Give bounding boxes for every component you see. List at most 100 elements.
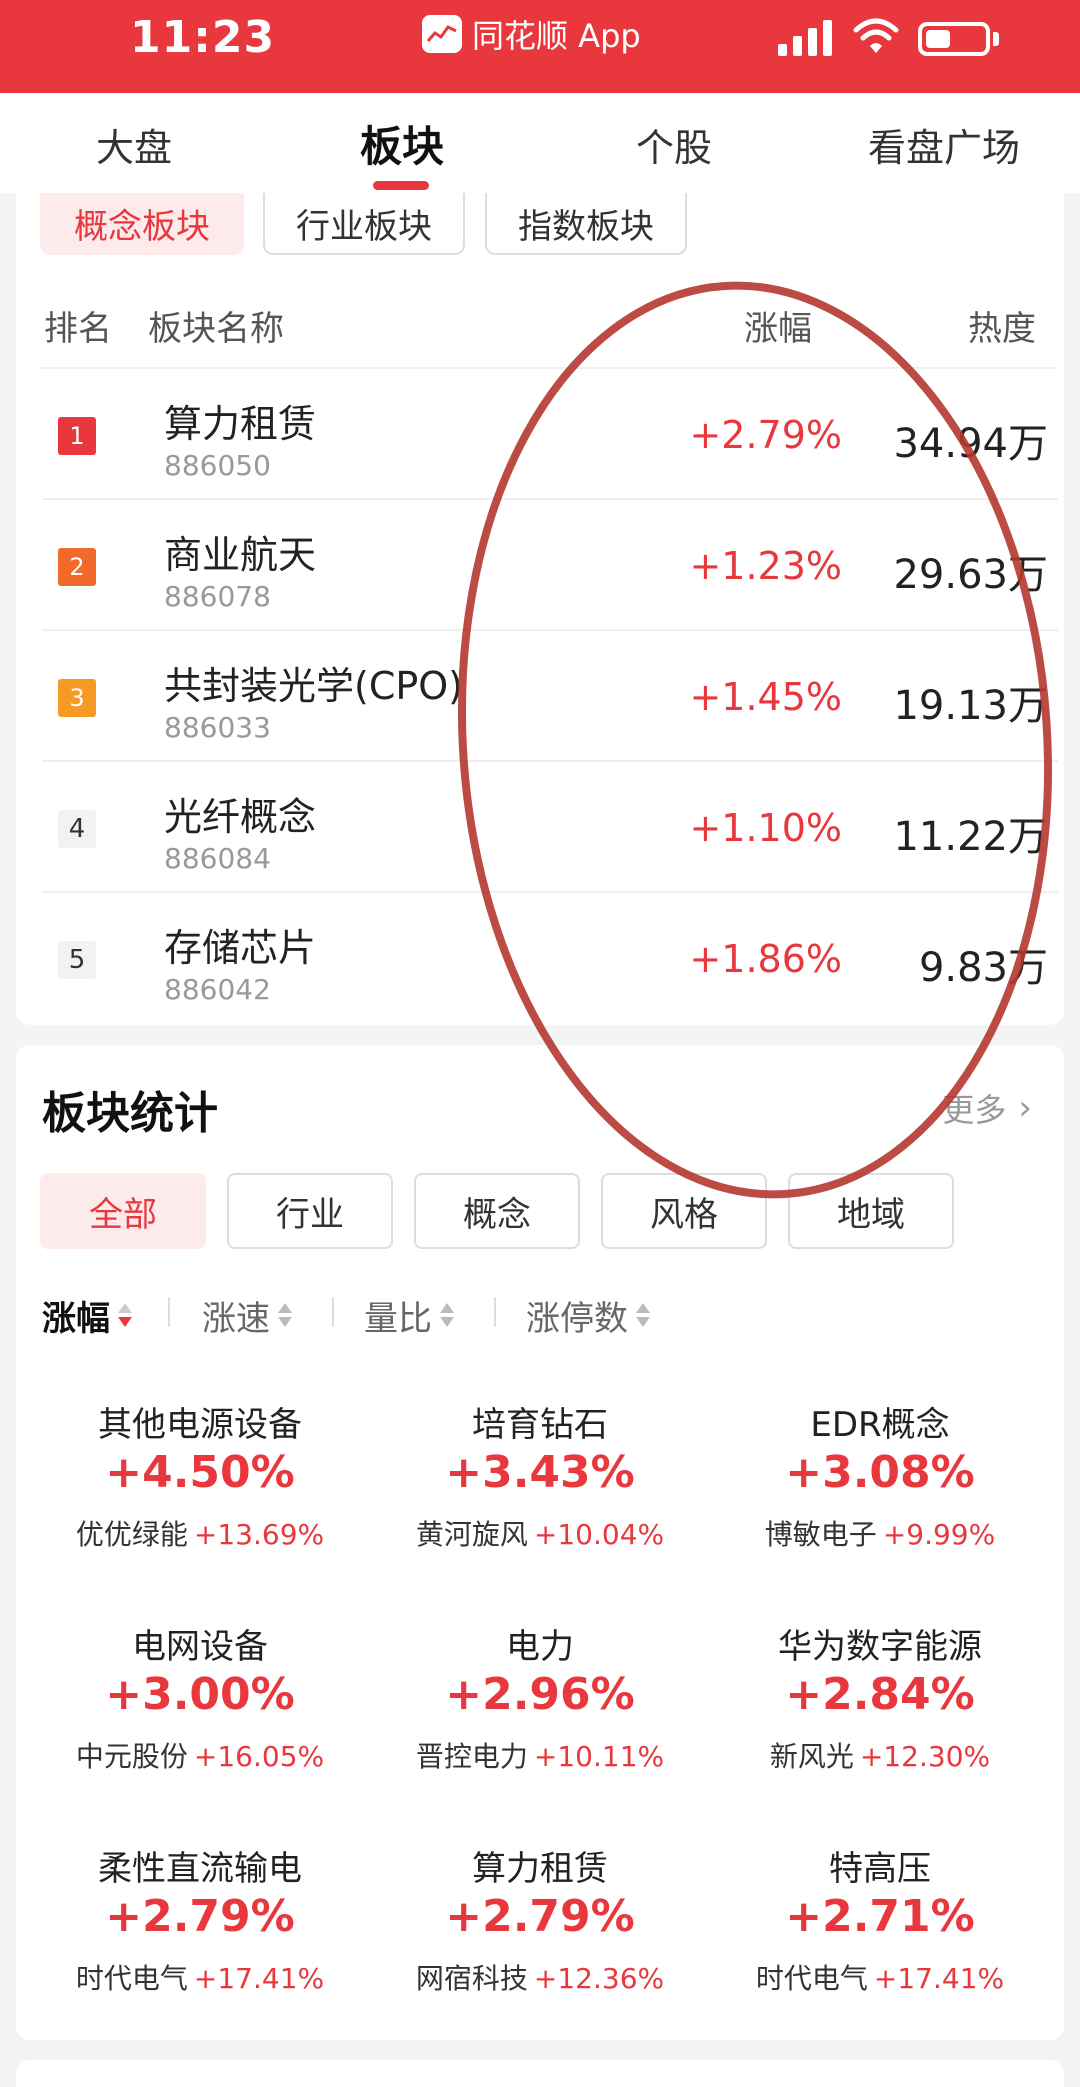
next-card-edge xyxy=(16,2060,1064,2087)
cell-leader-change: +12.30% xyxy=(859,1740,991,1773)
rank-badge: 5 xyxy=(58,941,96,979)
table-row[interactable]: 3 共封装光学(CPO) 886033 +1.45% 19.13万 xyxy=(42,629,1058,760)
filter-concept[interactable]: 概念 xyxy=(414,1173,580,1249)
cell-leader-change: +12.36% xyxy=(533,1962,665,1995)
cell-leader-name: 黄河旋风 xyxy=(415,1518,528,1551)
stats-cell[interactable]: 培育钻石 +3.43% 黄河旋风 +10.04% xyxy=(375,1397,705,1617)
stats-cell[interactable]: 电力 +2.96% 晋控电力 +10.11% xyxy=(375,1619,705,1839)
cell-sector-name: EDR概念 xyxy=(810,1405,950,1445)
active-tab-indicator xyxy=(373,181,429,190)
sector-name: 算力租赁 xyxy=(164,402,317,446)
sector-heat: 11.22万 xyxy=(893,814,1048,860)
more-link[interactable]: 更多 › xyxy=(942,1085,1032,1131)
sector-stats-card: 板块统计 更多 › 全部 行业 概念 风格 地域 涨幅 涨速 量比 涨停数 其他… xyxy=(16,1045,1064,2040)
sector-code: 886050 xyxy=(164,449,271,482)
tab-stocks[interactable]: 个股 xyxy=(636,117,712,172)
header-heat[interactable]: 热度 xyxy=(968,301,1036,350)
sector-name: 光纤概念 xyxy=(164,795,317,839)
filter-industry[interactable]: 行业 xyxy=(227,1173,393,1249)
header-change[interactable]: 涨幅 xyxy=(744,301,812,350)
cell-leader: 晋控电力 +10.11% xyxy=(375,1735,705,1775)
rank-badge: 1 xyxy=(58,417,96,455)
sector-change: +1.86% xyxy=(689,937,842,981)
filter-style[interactable]: 风格 xyxy=(601,1173,767,1249)
cell-leader-name: 新风光 xyxy=(769,1740,854,1773)
sector-heat: 29.63万 xyxy=(893,552,1048,598)
tab-market[interactable]: 大盘 xyxy=(96,117,172,172)
divider xyxy=(168,1297,170,1327)
stats-cell[interactable]: 其他电源设备 +4.50% 优优绿能 +13.69% xyxy=(35,1397,365,1617)
cell-leader: 黄河旋风 +10.04% xyxy=(375,1513,705,1553)
stats-cell[interactable]: 华为数字能源 +2.84% 新风光 +12.30% xyxy=(715,1619,1045,1839)
cell-sector-change: +3.00% xyxy=(105,1669,295,1720)
cell-leader-change: +9.99% xyxy=(882,1518,996,1551)
status-bar: 11:23 同花顺 App xyxy=(0,0,1080,93)
stats-cell[interactable]: 特高压 +2.71% 时代电气 +17.41% xyxy=(715,1841,1045,2061)
cell-sector-name: 柔性直流输电 xyxy=(98,1849,302,1889)
chevron-right-icon: › xyxy=(1018,1088,1032,1128)
rank-badge: 2 xyxy=(58,548,96,586)
stats-cell[interactable]: 电网设备 +3.00% 中元股份 +16.05% xyxy=(35,1619,365,1839)
stats-title: 板块统计 xyxy=(42,1088,218,1139)
tab-sectors[interactable]: 板块 xyxy=(360,113,444,174)
cell-leader-name: 时代电气 xyxy=(75,1962,188,1995)
cell-leader-change: +10.11% xyxy=(533,1740,665,1773)
cell-leader: 博敏电子 +9.99% xyxy=(715,1513,1045,1553)
sector-change: +1.10% xyxy=(689,806,842,850)
cell-sector-change: +2.96% xyxy=(445,1669,635,1720)
table-row[interactable]: 4 光纤概念 886084 +1.10% 11.22万 xyxy=(42,760,1058,891)
table-row[interactable]: 5 存储芯片 886042 +1.86% 9.83万 xyxy=(42,891,1058,1022)
sector-code: 886078 xyxy=(164,580,271,613)
filter-region[interactable]: 地域 xyxy=(788,1173,954,1249)
cell-leader-change: +13.69% xyxy=(193,1518,325,1551)
sort-volume-ratio-label: 量比 xyxy=(364,1299,432,1339)
sector-name: 商业航天 xyxy=(164,533,317,577)
cell-sector-name: 算力租赁 xyxy=(472,1849,608,1889)
cell-sector-name: 电力 xyxy=(506,1627,574,1667)
tab-square[interactable]: 看盘广场 xyxy=(868,117,1020,172)
sector-code: 886033 xyxy=(164,711,271,744)
cell-sector-name: 电网设备 xyxy=(132,1627,268,1667)
sort-volume-ratio[interactable]: 量比 xyxy=(364,1291,454,1340)
rank-badge: 4 xyxy=(58,810,96,848)
stats-cell[interactable]: 柔性直流输电 +2.79% 时代电气 +17.41% xyxy=(35,1841,365,2061)
sort-speed-label: 涨速 xyxy=(202,1299,270,1339)
header-rank: 排名 xyxy=(44,309,112,349)
cell-leader-change: +16.05% xyxy=(193,1740,325,1773)
app-name: 同花顺 App xyxy=(472,17,641,55)
cell-sector-name: 培育钻石 xyxy=(472,1405,608,1445)
sort-icon xyxy=(278,1302,292,1329)
table-row[interactable]: 1 算力租赁 886050 +2.79% 34.94万 xyxy=(42,367,1058,498)
stats-cell[interactable]: 算力租赁 +2.79% 网宿科技 +12.36% xyxy=(375,1841,705,2061)
sort-change[interactable]: 涨幅 xyxy=(42,1291,132,1340)
filter-all[interactable]: 全部 xyxy=(40,1173,206,1249)
app-logo-icon xyxy=(422,15,462,53)
sector-heat: 9.83万 xyxy=(918,945,1048,991)
subtab-index[interactable]: 指数板块 xyxy=(485,193,687,255)
sector-change: +2.79% xyxy=(689,413,842,457)
sort-change-label: 涨幅 xyxy=(42,1299,110,1339)
battery-cap xyxy=(993,32,999,46)
sort-desc-icon xyxy=(118,1302,132,1329)
cell-leader: 时代电气 +17.41% xyxy=(35,1957,365,1997)
sort-speed[interactable]: 涨速 xyxy=(202,1291,292,1340)
status-app[interactable]: 同花顺 App xyxy=(422,12,641,56)
sector-change: +1.23% xyxy=(689,544,842,588)
stats-cell[interactable]: EDR概念 +3.08% 博敏电子 +9.99% xyxy=(715,1397,1045,1617)
sector-heat: 34.94万 xyxy=(893,421,1048,467)
cell-sector-change: +2.71% xyxy=(785,1891,975,1942)
cell-leader-change: +17.41% xyxy=(193,1962,325,1995)
battery-icon xyxy=(918,22,990,56)
sort-limit-up[interactable]: 涨停数 xyxy=(526,1291,650,1340)
cell-sector-name: 其他电源设备 xyxy=(98,1405,302,1445)
subtab-industry[interactable]: 行业板块 xyxy=(263,193,465,255)
cell-leader: 时代电气 +17.41% xyxy=(715,1957,1045,1997)
cell-leader-change: +17.41% xyxy=(873,1962,1005,1995)
cell-leader: 新风光 +12.30% xyxy=(715,1735,1045,1775)
sector-heat: 19.13万 xyxy=(893,683,1048,729)
subtab-concept[interactable]: 概念板块 xyxy=(40,193,244,255)
cell-leader-name: 网宿科技 xyxy=(415,1962,528,1995)
cell-sector-name: 华为数字能源 xyxy=(778,1627,982,1667)
cell-sector-change: +3.43% xyxy=(445,1447,635,1498)
table-row[interactable]: 2 商业航天 886078 +1.23% 29.63万 xyxy=(42,498,1058,629)
